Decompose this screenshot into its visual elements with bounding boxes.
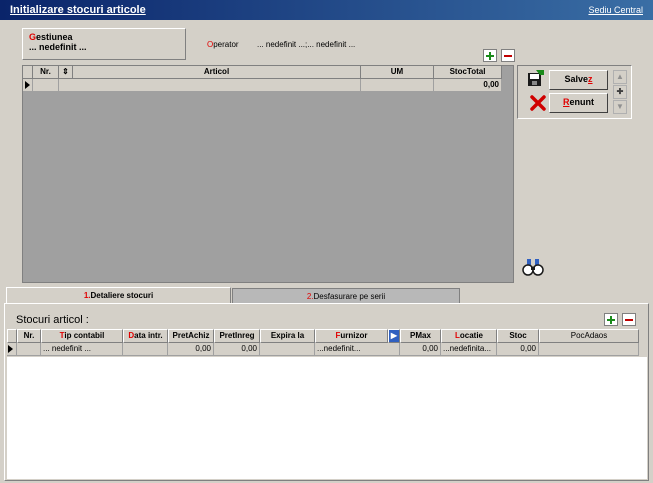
grid-corner — [23, 66, 33, 79]
cell2-locatie[interactable]: ...nedefinita... — [441, 343, 497, 356]
col2-pret-inreg[interactable]: PretInreg — [214, 329, 260, 343]
cancel-icon — [530, 95, 546, 111]
cell2-nr[interactable] — [17, 343, 41, 356]
col-articol[interactable]: Articol — [73, 66, 361, 79]
operator-value[interactable]: ... nedefinit ...;... nedefinit ... — [257, 40, 355, 49]
title-bar: Initializare stocuri articole Sediu Cent… — [0, 0, 653, 20]
stock-grid-body[interactable] — [7, 357, 647, 479]
row-pointer-icon — [25, 81, 30, 89]
stocuri-title: Stocuri articol : — [16, 314, 89, 326]
arrow-down-icon: ▼ — [616, 102, 624, 111]
tab-desfasurare-serii[interactable]: 2.Desfasurare pe serii — [232, 288, 460, 304]
tab-detaliere-stocuri[interactable]: 1.Detaliere stocuri — [6, 287, 231, 303]
col2-pret-achiz[interactable]: PretAchiz — [168, 329, 214, 343]
cell2-stoc[interactable]: 0,00 — [497, 343, 539, 356]
move-up-button[interactable]: ▲ — [613, 70, 627, 84]
cell2-pret-inreg[interactable]: 0,00 — [214, 343, 260, 356]
col2-data-intrare[interactable]: Data intr. — [123, 329, 168, 343]
cell2-pmax[interactable]: 0,00 — [400, 343, 441, 356]
move-down-button[interactable]: ▼ — [613, 100, 627, 114]
sort-icon[interactable]: ⇕ — [59, 66, 73, 79]
col2-furnizor[interactable]: Furnizor — [315, 329, 388, 343]
minus-icon — [625, 319, 633, 321]
articles-grid[interactable]: Nr. ⇕ Articol UM StocTotal 0,00 — [22, 65, 514, 283]
cell2-pret-achiz[interactable]: 0,00 — [168, 343, 214, 356]
gestiune-value: ... nedefinit ... — [29, 42, 87, 52]
col2-pmax[interactable]: PMax — [400, 329, 441, 343]
gestiune-label: Gestiunea — [29, 32, 73, 42]
col2-poc-adaos[interactable]: PocAdaos — [539, 329, 639, 343]
row-indicator[interactable] — [23, 79, 33, 92]
stock-grid[interactable]: Nr. Tip contabil Data intr. PretAchiz Pr… — [7, 329, 639, 357]
window-title: Initializare stocuri articole — [10, 4, 146, 16]
cell-stoctotal[interactable]: 0,00 — [434, 79, 502, 92]
remove-stock-button[interactable] — [622, 313, 636, 326]
save-icon — [527, 69, 545, 87]
company-link[interactable]: Sediu Central — [588, 5, 643, 15]
cell2-furnizor[interactable]: ...nedefinit... — [315, 343, 400, 356]
cell2-expira-la[interactable] — [260, 343, 315, 356]
binoculars-icon[interactable] — [522, 258, 544, 276]
col-stoctotal[interactable]: StocTotal — [434, 66, 502, 79]
cell-articol[interactable] — [59, 79, 361, 92]
save-button[interactable]: Salvez — [549, 70, 608, 90]
col2-expira-la[interactable]: Expira la — [260, 329, 315, 343]
arrow-up-icon: ▲ — [616, 72, 624, 81]
col2-tip-contabil[interactable]: Tip contabil — [41, 329, 123, 343]
plus-icon: ✚ — [616, 87, 624, 96]
col2-stoc[interactable]: Stoc — [497, 329, 539, 343]
cell2-tip-contabil[interactable]: ... nedefinit ... — [41, 343, 123, 356]
row2-indicator[interactable] — [7, 343, 17, 356]
cell-nr[interactable] — [33, 79, 59, 92]
add-article-button[interactable] — [483, 49, 497, 62]
chevron-right-icon: ▶ — [390, 331, 398, 340]
grid2-corner — [7, 329, 17, 343]
cell2-data-intrare[interactable] — [123, 343, 168, 356]
operator-label: Operator — [207, 40, 239, 49]
row-pointer-icon — [8, 345, 13, 353]
cancel-button[interactable]: Renunt — [549, 93, 608, 113]
col2-nr[interactable]: Nr. — [17, 329, 41, 343]
col-nr[interactable]: Nr. — [33, 66, 59, 79]
add-stock-button[interactable] — [604, 313, 618, 326]
cell2-poc-adaos[interactable] — [539, 343, 639, 356]
remove-article-button[interactable] — [501, 49, 515, 62]
col2-locatie[interactable]: Locatie — [441, 329, 497, 343]
expand-button[interactable]: ✚ — [613, 85, 627, 99]
minus-icon — [504, 55, 512, 57]
gestiune-selector[interactable]: Gestiunea ... nedefinit ... — [22, 28, 186, 60]
cell-um[interactable] — [361, 79, 434, 92]
col2-expand-button[interactable]: ▶ — [388, 329, 400, 343]
col-um[interactable]: UM — [361, 66, 434, 79]
